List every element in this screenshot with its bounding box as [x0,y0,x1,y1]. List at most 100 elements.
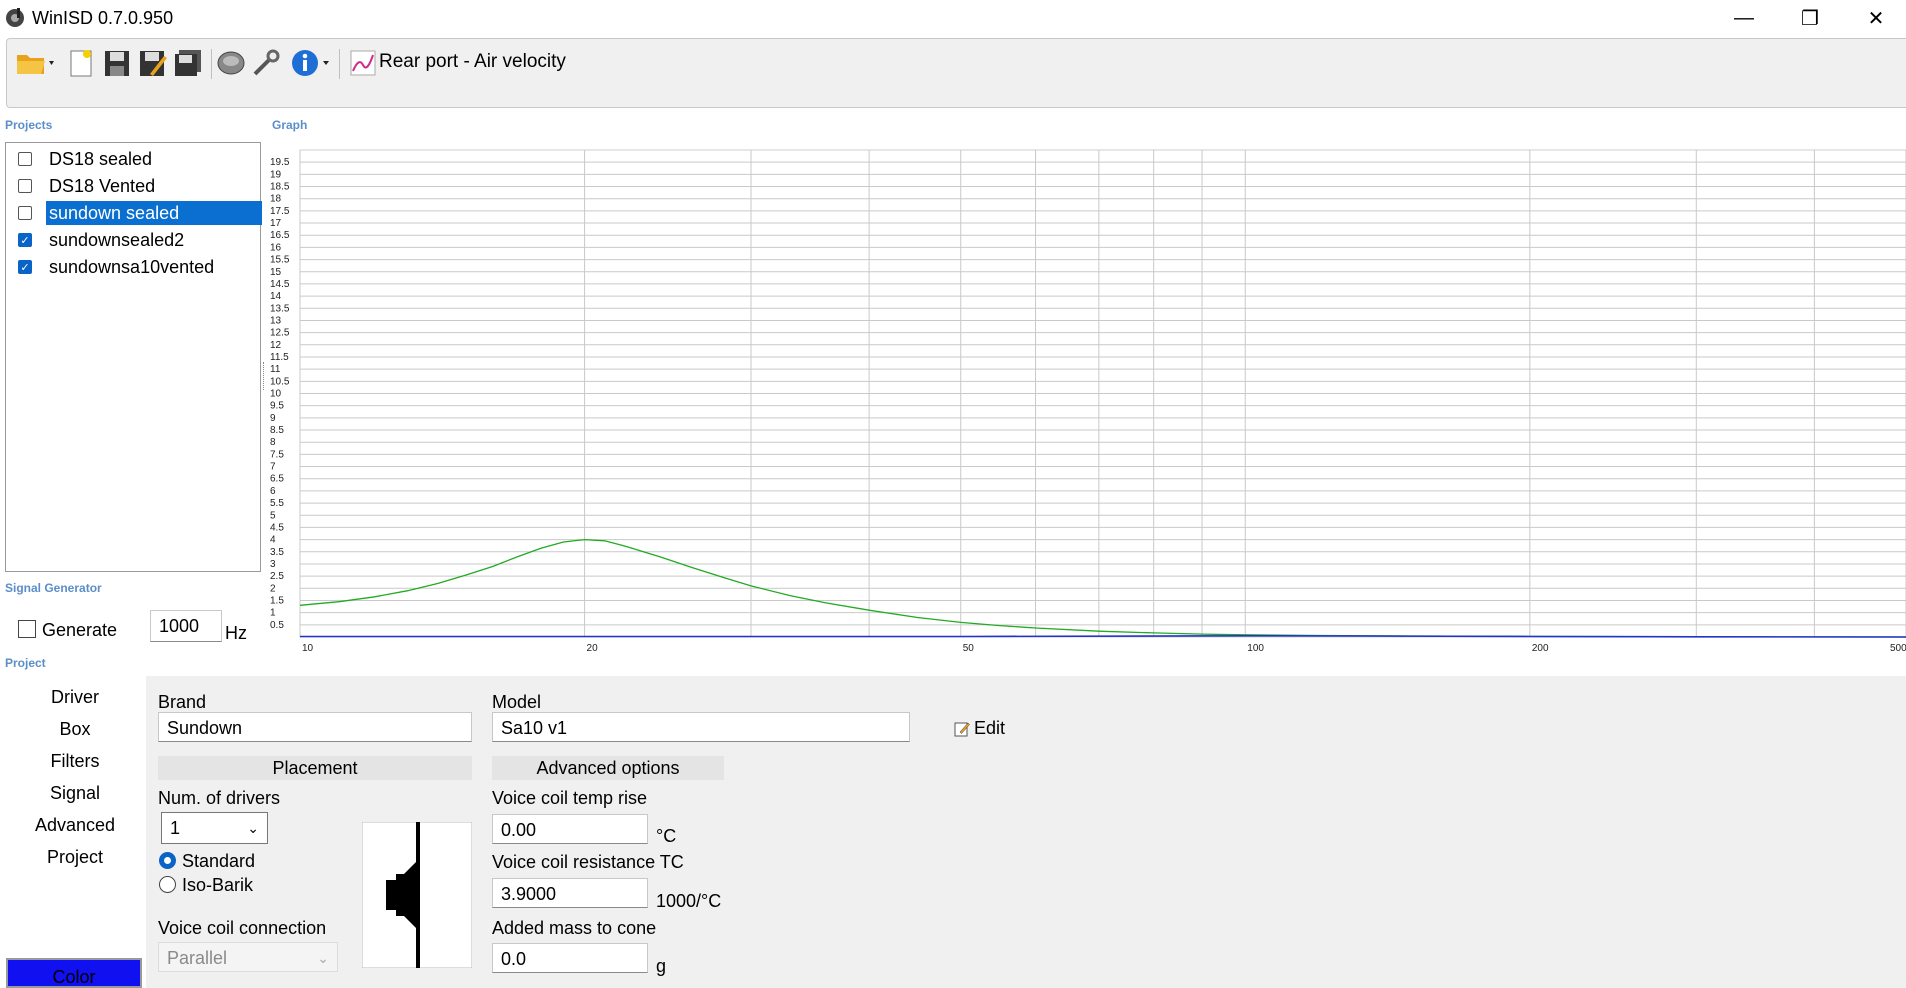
y-tick-label: 12.5 [270,328,290,339]
num-drivers-label: Num. of drivers [158,788,281,808]
y-tick-label: 13 [270,315,282,326]
save-all-icon[interactable] [173,47,205,79]
graph-icon[interactable] [347,47,379,79]
y-tick-label: 11 [270,364,281,375]
project-checkbox[interactable]: ✓ [18,260,32,274]
y-tick-label: 1.5 [270,595,284,606]
edit-button[interactable]: Edit [954,718,1005,739]
y-tick-label: 12 [270,340,282,351]
vc-resistance-tc-unit: 1000/°C [656,891,722,911]
y-tick-label: 18 [270,194,282,205]
title-bar: WinISD 0.7.0.950 — ❐ ✕ [0,0,1906,36]
y-tick-label: 10 [270,389,282,400]
nav-signal[interactable]: Signal [0,783,150,804]
project-checkbox[interactable] [18,206,32,220]
list-item[interactable]: ✓ sundownsa10vented [12,254,262,280]
nav-driver[interactable]: Driver [0,687,150,708]
y-tick-label: 1 [270,608,276,619]
model-field[interactable]: Sa10 v1 [492,712,910,742]
num-drivers-value: 1 [170,818,181,838]
y-tick-label: 19 [270,169,282,180]
nav-advanced[interactable]: Advanced [0,815,150,836]
driver-icon[interactable] [215,47,247,79]
brand-label: Brand [158,692,207,712]
new-project-icon[interactable] [65,47,97,79]
y-tick-label: 2.5 [270,571,284,582]
standard-label: Standard [182,851,256,871]
project-list: DS18 sealed DS18 Vented sundown sealed ✓… [5,142,262,572]
isobarik-label: Iso-Barik [182,875,254,895]
list-item[interactable]: ✓ sundownsealed2 [12,227,262,253]
y-tick-label: 0.5 [270,620,284,631]
model-label: Model [492,692,542,712]
minimize-button[interactable]: — [1714,0,1774,36]
list-item[interactable]: sundown sealed [12,200,262,226]
vc-temp-rise-unit: °C [656,826,677,846]
restore-button[interactable]: ❐ [1780,0,1840,36]
projects-section-label: Projects [5,118,53,132]
added-mass-input[interactable]: 0.0 [492,943,648,973]
y-tick-label: 16 [270,242,282,253]
added-mass-unit: g [656,956,667,976]
y-tick-label: 7 [270,462,276,473]
color-button[interactable]: Color [6,958,142,988]
y-tick-label: 8 [270,437,276,448]
edit-label: Edit [974,718,1006,738]
list-item[interactable]: DS18 sealed [12,146,262,172]
project-name: DS18 sealed [49,149,153,169]
tools-icon[interactable] [251,47,283,79]
edit-icon [954,722,970,736]
y-tick-label: 2 [270,583,276,594]
open-folder-icon[interactable] [15,47,59,79]
y-tick-label: 15.5 [270,255,290,266]
y-tick-label: 14.5 [270,279,290,290]
project-checkbox[interactable]: ✓ [18,233,32,247]
brand-field[interactable]: Sundown [158,712,472,742]
x-tick-label: 100 [1247,643,1264,652]
x-tick-label: 50 [963,643,975,652]
generate-checkbox[interactable] [18,620,36,638]
project-name: sundownsa10vented [49,257,215,277]
frequency-input[interactable]: 1000 [150,610,222,642]
nav-box[interactable]: Box [0,719,150,740]
project-checkbox[interactable] [18,179,32,193]
nav-filters[interactable]: Filters [0,751,150,772]
x-tick-label: 200 [1532,643,1549,652]
close-button[interactable]: ✕ [1846,0,1906,36]
generate-label: Generate [42,620,118,640]
graph-plot[interactable]: 0.511.522.533.544.555.566.577.588.599.51… [268,132,1906,652]
frequency-unit: Hz [225,623,247,643]
y-tick-label: 9.5 [270,401,284,412]
num-drivers-select[interactable]: 1 ⌄ [161,812,268,844]
y-tick-label: 19.5 [270,157,290,168]
y-tick-label: 11.5 [270,352,289,363]
nav-project[interactable]: Project [0,847,150,868]
y-tick-label: 5 [270,510,276,521]
added-mass-label: Added mass to cone [492,918,657,938]
vc-resistance-tc-input[interactable]: 3.9000 [492,878,648,908]
save-icon[interactable] [101,47,133,79]
standard-radio[interactable] [159,852,176,869]
signal-generator-section-label: Signal Generator [5,581,102,595]
advanced-options-group-title: Advanced options [492,756,724,780]
y-tick-label: 10.5 [270,376,290,387]
y-tick-label: 14 [270,291,282,302]
project-name: sundownsealed2 [49,230,185,250]
isobarik-radio[interactable] [159,876,176,893]
y-tick-label: 15 [270,267,282,278]
vc-temp-rise-input[interactable]: 0.00 [492,814,648,844]
y-tick-label: 17 [270,218,282,229]
voice-coil-connection-select[interactable]: Parallel ⌄ [158,942,338,972]
y-tick-label: 4 [270,535,276,546]
project-checkbox[interactable] [18,152,32,166]
y-tick-label: 13.5 [270,303,290,314]
graph-selector[interactable]: Rear port - Air velocity [379,51,566,73]
info-icon[interactable] [289,47,335,79]
x-tick-label: 10 [302,643,314,652]
save-as-icon[interactable] [137,47,169,79]
placement-group-title: Placement [158,756,472,780]
list-item[interactable]: DS18 Vented [12,173,262,199]
splitter-handle[interactable] [263,362,266,390]
y-tick-label: 3.5 [270,547,284,558]
y-tick-label: 8.5 [270,425,284,436]
